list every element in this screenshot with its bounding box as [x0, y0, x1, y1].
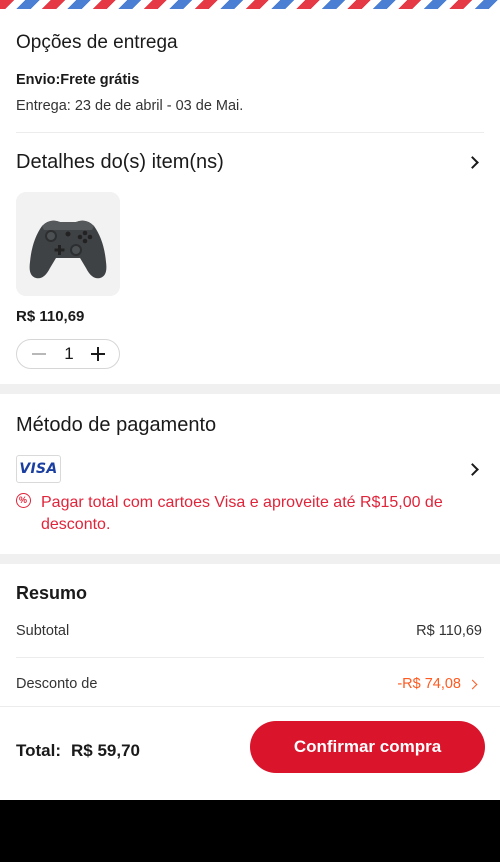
discount-percent-icon: %: [16, 493, 31, 508]
payment-title: Método de pagamento: [16, 414, 217, 436]
divider: [16, 657, 484, 658]
discount-row[interactable]: Desconto de -R$ 74,08: [0, 668, 500, 702]
quantity-value: 1: [64, 344, 74, 363]
total-value: R$ 59,70: [71, 741, 140, 760]
shipping-method: Envio:Frete grátis: [16, 72, 140, 88]
percent-glyph: %: [18, 495, 27, 505]
total-label: Total:: [16, 741, 62, 760]
item-details-row[interactable]: Detalhes do(s) item(ns): [0, 140, 500, 184]
delivery-eta: Entrega: 23 de de abril - 03 de Mai.: [16, 98, 244, 114]
chevron-right-icon: [467, 679, 478, 690]
visa-label: VISA: [19, 461, 58, 477]
visa-promo-text: Pagar total com cartoes Visa e aproveite…: [41, 494, 443, 533]
delivery-title: Opções de entrega: [16, 32, 178, 53]
divider: [16, 132, 484, 133]
confirm-purchase-button[interactable]: Confirmar compra: [250, 721, 485, 773]
chevron-right-icon: [466, 156, 479, 169]
game-controller-icon: [29, 220, 107, 279]
chevron-right-icon: [466, 463, 479, 476]
summary-title: Resumo: [16, 583, 88, 603]
discount-label: Desconto de: [16, 676, 98, 692]
section-gap: [0, 384, 500, 394]
payment-method-row[interactable]: VISA: [0, 450, 500, 488]
product-image[interactable]: [16, 192, 120, 296]
subtotal-value: R$ 110,69: [416, 623, 482, 639]
plus-icon-vertical[interactable]: [97, 347, 99, 361]
minus-icon[interactable]: [32, 353, 46, 355]
item-details-title: Detalhes do(s) item(ns): [16, 151, 224, 173]
subtotal-label: Subtotal: [16, 623, 70, 639]
product-price: R$ 110,69: [16, 308, 85, 325]
quantity-stepper[interactable]: 1: [16, 339, 120, 369]
checkout-page: Opções de entrega Envio:Frete grátis Ent…: [0, 0, 500, 800]
visa-card-icon: VISA: [16, 455, 61, 483]
section-gap: [0, 554, 500, 564]
envelope-stripe-border: [0, 0, 500, 9]
discount-value: -R$ 74,08: [397, 676, 461, 692]
